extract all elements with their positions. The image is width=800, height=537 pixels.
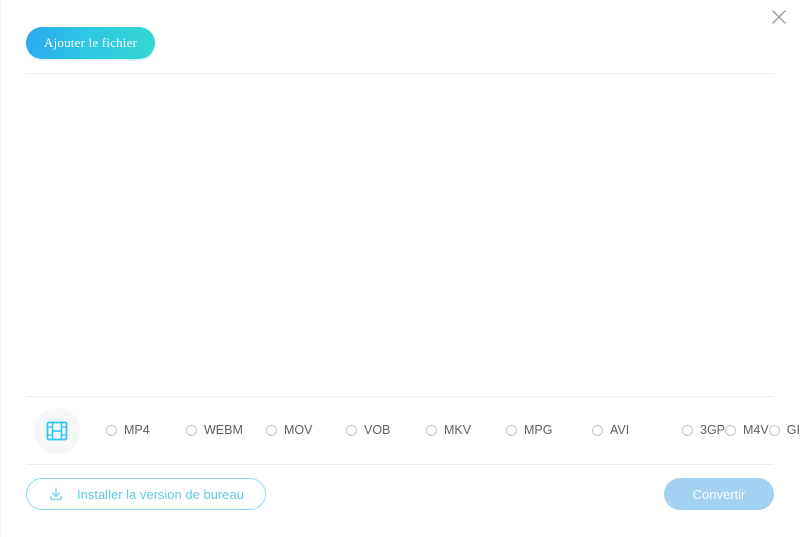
format-option-label: VOB — [364, 423, 391, 438]
app-window: Ajouter le fichier MP4 WEBM MOV VOB MKV … — [0, 0, 800, 537]
toolbar: Ajouter le fichier — [0, 0, 800, 73]
add-file-button[interactable]: Ajouter le fichier — [26, 27, 156, 59]
install-desktop-button[interactable]: Installer la version de bureau — [26, 478, 266, 510]
format-option-webm[interactable]: WEBM — [186, 419, 266, 443]
radio-icon[interactable] — [186, 425, 197, 436]
radio-icon[interactable] — [346, 425, 357, 436]
film-strip-icon — [46, 421, 68, 440]
format-option-label: WEBM — [204, 423, 243, 438]
radio-icon[interactable] — [592, 425, 603, 436]
format-option-label: GIF — [786, 423, 800, 438]
format-option-label: MOV — [284, 423, 313, 438]
radio-icon[interactable] — [768, 425, 780, 436]
format-option-label: M4V — [743, 423, 769, 438]
download-icon — [47, 485, 65, 503]
radio-icon[interactable] — [682, 425, 693, 436]
convert-button[interactable]: Convertir — [664, 478, 774, 510]
radio-icon[interactable] — [106, 425, 117, 436]
file-dropzone[interactable] — [26, 74, 774, 396]
format-option-mov[interactable]: MOV — [266, 419, 346, 443]
format-option-label: MKV — [444, 423, 472, 438]
radio-icon[interactable] — [266, 425, 277, 436]
install-desktop-label: Installer la version de bureau — [77, 486, 244, 502]
format-option-label: MP4 — [124, 423, 150, 438]
format-option-vob[interactable]: VOB — [346, 419, 426, 443]
format-option-label: 3GP — [700, 423, 726, 438]
close-button[interactable] — [766, 4, 792, 30]
format-option-m4v[interactable]: M4V — [725, 419, 769, 443]
video-format-toggle[interactable] — [34, 407, 80, 454]
format-options-grid: MP4 WEBM MOV VOB MKV MPG AVI 3GP M4V GI — [106, 419, 800, 443]
radio-icon[interactable] — [506, 425, 517, 436]
format-option-mkv[interactable]: MKV — [426, 419, 506, 443]
format-option-label: MPG — [524, 423, 553, 438]
add-file-label: Ajouter le fichier — [44, 35, 138, 50]
format-option-avi[interactable]: AVI — [592, 419, 682, 443]
format-option-3gp[interactable]: 3GP — [682, 419, 725, 443]
format-option-mp4[interactable]: MP4 — [106, 419, 186, 443]
format-option-mpg[interactable]: MPG — [506, 419, 592, 443]
radio-icon[interactable] — [725, 425, 737, 436]
format-option-gif[interactable]: GIF — [768, 419, 800, 443]
footer-bar: Installer la version de bureau Convertir — [26, 465, 774, 537]
convert-label: Convertir — [692, 486, 746, 502]
radio-icon[interactable] — [426, 425, 437, 436]
close-icon — [772, 10, 786, 24]
format-bar: MP4 WEBM MOV VOB MKV MPG AVI 3GP M4V GI — [26, 396, 800, 465]
format-option-label: AVI — [610, 423, 630, 438]
